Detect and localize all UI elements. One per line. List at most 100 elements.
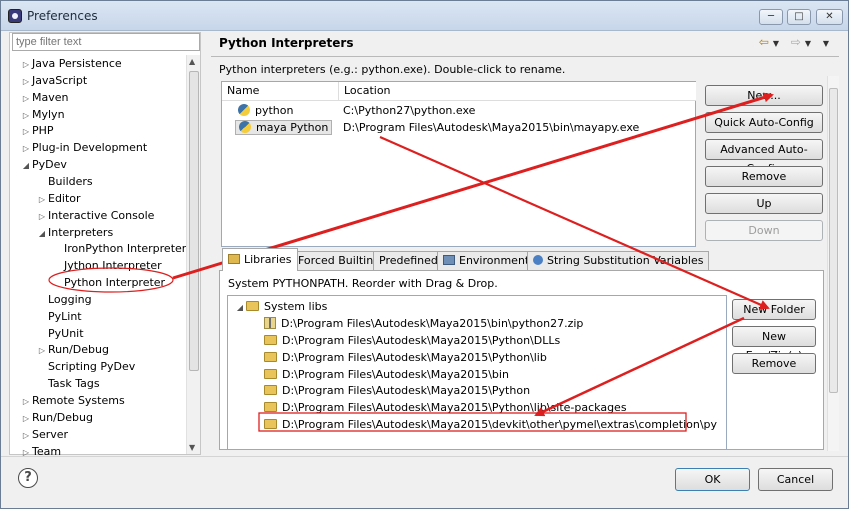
folder-icon [264,334,277,345]
interpreter-name: python [255,104,294,117]
maximize-button[interactable]: □ [787,9,811,25]
expand-icon[interactable]: ▷ [20,73,32,90]
library-path: D:\Program Files\Autodesk\Maya2015\Pytho… [282,350,547,364]
sidebar-item-interactive-console[interactable]: ▷ Interactive Console [36,207,155,225]
folder-icon [264,385,277,396]
sidebar-item-pylint[interactable]: PyLint [36,308,82,325]
column-header-name[interactable]: Name [222,82,339,101]
sidebar-item-builders[interactable]: Builders [36,173,93,190]
folder-icon [246,301,259,311]
sidebar-item-editor[interactable]: ▷ Editor [36,190,81,207]
sidebar-item-label: Run/Debug [48,343,109,357]
help-icon[interactable]: ? [18,468,38,488]
expand-icon[interactable]: ▷ [20,123,32,140]
library-path-row[interactable]: D:\Program Files\Autodesk\Maya2015\Pytho… [264,349,547,366]
sidebar-item-remote-systems[interactable]: ▷ Remote Systems [20,392,125,409]
sidebar-item-javascript[interactable]: ▷ JavaScript [20,72,87,89]
sidebar-item-jython-interpreter[interactable]: Jython Interpreter [52,257,162,274]
library-path-row[interactable]: D:\Program Files\Autodesk\Maya2015\Pytho… [264,399,627,416]
tab-libraries[interactable]: Libraries [222,248,298,271]
expand-icon[interactable]: ▷ [20,107,32,124]
zip-icon [264,317,276,329]
sidebar-item-php[interactable]: ▷ PHP [20,122,54,139]
collapse-icon[interactable]: ◢ [234,299,246,316]
new-interpreter-button[interactable]: New... [705,85,823,106]
sidebar-scrollbar[interactable]: ▲ ▼ [186,55,200,454]
down-button[interactable]: Down [705,220,823,241]
expand-icon[interactable]: ▷ [20,410,32,427]
view-menu-icon[interactable]: ▼ [823,39,833,48]
expand-icon[interactable]: ▷ [20,140,32,157]
forward-icon[interactable]: ⇨ [791,35,805,49]
tab-string-substitution-variables[interactable]: String Substitution Variables [527,251,710,271]
library-path-row[interactable]: D:\Program Files\Autodesk\Maya2015\devki… [264,416,717,433]
sidebar-item-pyunit[interactable]: PyUnit [36,325,84,342]
scroll-up-icon[interactable]: ▲ [189,57,195,66]
window-title: Preferences [27,9,98,23]
sidebar-item-label: Builders [48,174,93,188]
new-folder-button[interactable]: New Folder [732,299,816,320]
sidebar-item-plug-in-development[interactable]: ▷ Plug-in Development [20,139,147,156]
scroll-down-icon[interactable]: ▼ [189,443,195,452]
minimize-button[interactable]: ─ [759,9,783,25]
expand-icon[interactable]: ▷ [20,393,32,410]
library-path-row[interactable]: D:\Program Files\Autodesk\Maya2015\Pytho… [264,332,560,349]
quick-auto-config-button[interactable]: Quick Auto-Config [705,112,823,133]
sidebar-item-run-debug[interactable]: ▷ Run/Debug [36,341,109,358]
tab-forced-builtins[interactable]: Forced Builtins [292,251,385,271]
scrollbar-thumb[interactable] [189,71,199,371]
sidebar-item-mylyn[interactable]: ▷ Mylyn [20,106,65,123]
interpreter-row-selected[interactable]: maya Python D:\Program Files\Autodesk\Ma… [222,119,695,136]
library-path: D:\Program Files\Autodesk\Maya2015\devki… [282,418,718,432]
expand-icon[interactable]: ▷ [20,90,32,107]
tab-environment[interactable]: Environment [437,251,536,271]
interpreter-name: maya Python [256,121,329,134]
expand-icon[interactable]: ▷ [36,208,48,225]
column-header-location[interactable]: Location [339,82,696,101]
expand-icon[interactable]: ▷ [20,427,32,444]
expand-icon[interactable]: ▷ [20,56,32,73]
page-description: Python interpreters (e.g.: python.exe). … [219,63,566,76]
folder-icon [264,351,277,362]
up-button[interactable]: Up [705,193,823,214]
sidebar-item-server[interactable]: ▷ Server [20,426,68,443]
advanced-auto-config-button[interactable]: Advanced Auto-Config [705,139,823,175]
ok-button[interactable]: OK [675,468,750,491]
filter-input[interactable] [12,33,200,51]
interpreter-row[interactable]: python C:\Python27\python.exe [222,102,695,119]
page-scrollbar[interactable] [827,76,839,451]
expand-icon[interactable]: ▷ [36,342,48,359]
page-scrollbar-thumb[interactable] [829,88,838,393]
expand-icon[interactable]: ▷ [36,191,48,208]
sidebar-item-label: Remote Systems [32,394,125,407]
back-menu-icon[interactable]: ▼ [773,39,783,48]
system-libs-node[interactable]: ◢ System libs [234,298,327,315]
close-button[interactable]: ✕ [816,9,843,25]
sidebar-item-scripting-pydev[interactable]: Scripting PyDev [36,358,135,375]
sidebar-item-python-interpreter[interactable]: Python Interpreter [52,274,165,291]
new-egg-zip-button[interactable]: New Egg/Zip(s) [732,326,816,362]
remove-interpreter-button[interactable]: Remove [705,166,823,187]
forward-menu-icon[interactable]: ▼ [805,39,815,48]
title-bar: Preferences ─ □ ✕ [1,1,848,31]
expand-icon[interactable]: ◢ [36,225,48,242]
library-path-row[interactable]: D:\Program Files\Autodesk\Maya2015\bin [264,366,509,383]
library-path-row[interactable]: D:\Program Files\Autodesk\Maya2015\Pytho… [264,382,530,399]
cancel-button[interactable]: Cancel [758,468,833,491]
sidebar-item-ironpython-interpreter[interactable]: IronPython Interpreter [52,240,186,257]
sidebar-item-task-tags[interactable]: Task Tags [36,375,100,392]
sidebar-item-interpreters[interactable]: ◢ Interpreters [36,224,113,241]
sidebar-item-run-debug[interactable]: ▷ Run/Debug [20,409,93,426]
expand-icon[interactable]: ◢ [20,157,32,174]
sidebar-item-maven[interactable]: ▷ Maven [20,89,69,107]
remove-library-button[interactable]: Remove [732,353,816,374]
sidebar-item-java-persistence[interactable]: ▷ Java Persistence [20,55,122,72]
tab-predefined[interactable]: Predefined [373,251,444,271]
back-icon[interactable]: ⇦ [759,35,773,49]
sidebar-item-label: Scripting PyDev [48,360,136,374]
library-path-row[interactable]: D:\Program Files\Autodesk\Maya2015\bin\p… [264,315,583,332]
expand-icon[interactable]: ▷ [20,444,32,461]
sidebar-item-pydev[interactable]: ◢ PyDev [20,156,67,173]
sidebar-item-logging[interactable]: Logging [36,291,92,308]
python-icon [238,104,250,116]
